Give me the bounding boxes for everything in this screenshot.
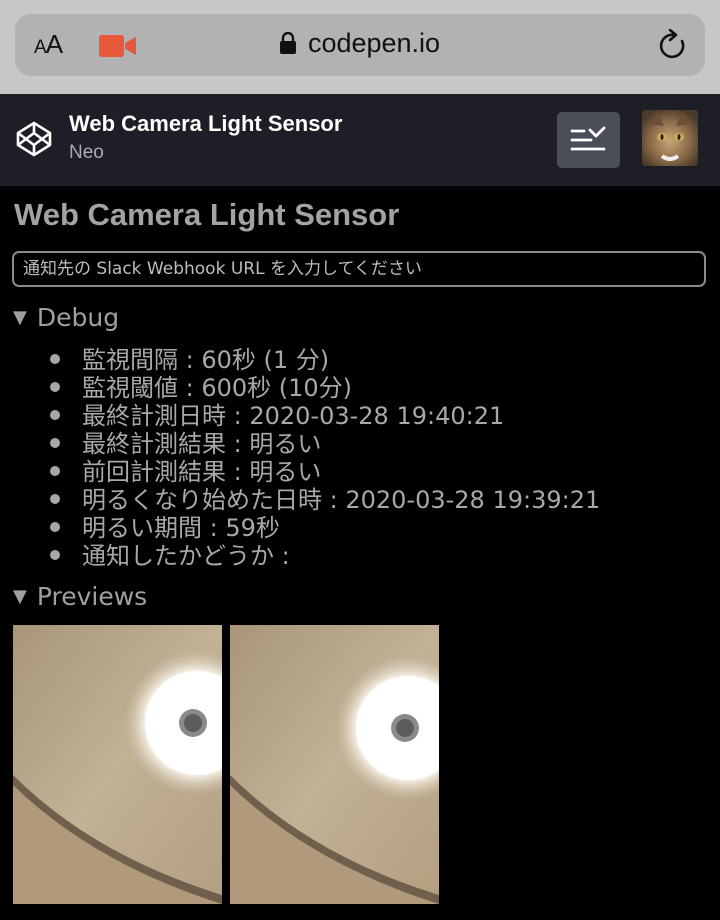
debug-summary-toggle[interactable]: ▼ Debug bbox=[13, 303, 119, 332]
codepen-logo-icon[interactable] bbox=[16, 121, 52, 157]
reload-icon[interactable] bbox=[658, 29, 688, 61]
browser-toolbar: AA codepen.io bbox=[0, 0, 720, 94]
debug-summary-label: Debug bbox=[36, 303, 120, 332]
debug-list: 監視間隔 : 60秒 (1 分) 監視閾値 : 600秒 (10分) 最終計測日… bbox=[50, 346, 600, 570]
camera-preview-image bbox=[230, 625, 439, 904]
debug-item-previous-result: 前回計測結果 : 明るい bbox=[50, 458, 600, 486]
debug-item-notified: 通知したかどうか : bbox=[50, 542, 600, 570]
user-avatar[interactable] bbox=[642, 110, 698, 166]
camera-preview-image bbox=[13, 625, 222, 904]
layout-menu-icon bbox=[570, 126, 606, 151]
codepen-header: Web Camera Light Sensor Neo bbox=[0, 94, 720, 186]
disclosure-triangle-icon: ▼ bbox=[13, 586, 27, 607]
debug-item-last-result: 最終計測結果 : 明るい bbox=[50, 430, 600, 458]
debug-item-bright-since: 明るくなり始めた日時 : 2020-03-28 19:39:21 bbox=[50, 486, 600, 514]
url-text[interactable]: codepen.io bbox=[308, 28, 440, 58]
previews-summary-toggle[interactable]: ▼ Previews bbox=[13, 582, 147, 611]
pen-title[interactable]: Web Camera Light Sensor bbox=[69, 111, 342, 137]
view-options-button[interactable] bbox=[557, 112, 620, 168]
pen-author[interactable]: Neo bbox=[69, 142, 104, 164]
debug-item-threshold: 監視閾値 : 600秒 (10分) bbox=[50, 374, 600, 402]
debug-item-last-measured-at: 最終計測日時 : 2020-03-28 19:40:21 bbox=[50, 402, 600, 430]
debug-item-bright-duration: 明るい期間 : 59秒 bbox=[50, 514, 600, 542]
disclosure-triangle-icon: ▼ bbox=[13, 307, 27, 328]
lock-icon bbox=[279, 32, 296, 54]
debug-item-interval: 監視間隔 : 60秒 (1 分) bbox=[50, 346, 600, 374]
page-title: Web Camera Light Sensor bbox=[14, 197, 400, 232]
slack-webhook-url-input[interactable] bbox=[12, 251, 706, 287]
address-bar[interactable]: AA codepen.io bbox=[15, 14, 705, 76]
previews-summary-label: Previews bbox=[36, 582, 148, 611]
